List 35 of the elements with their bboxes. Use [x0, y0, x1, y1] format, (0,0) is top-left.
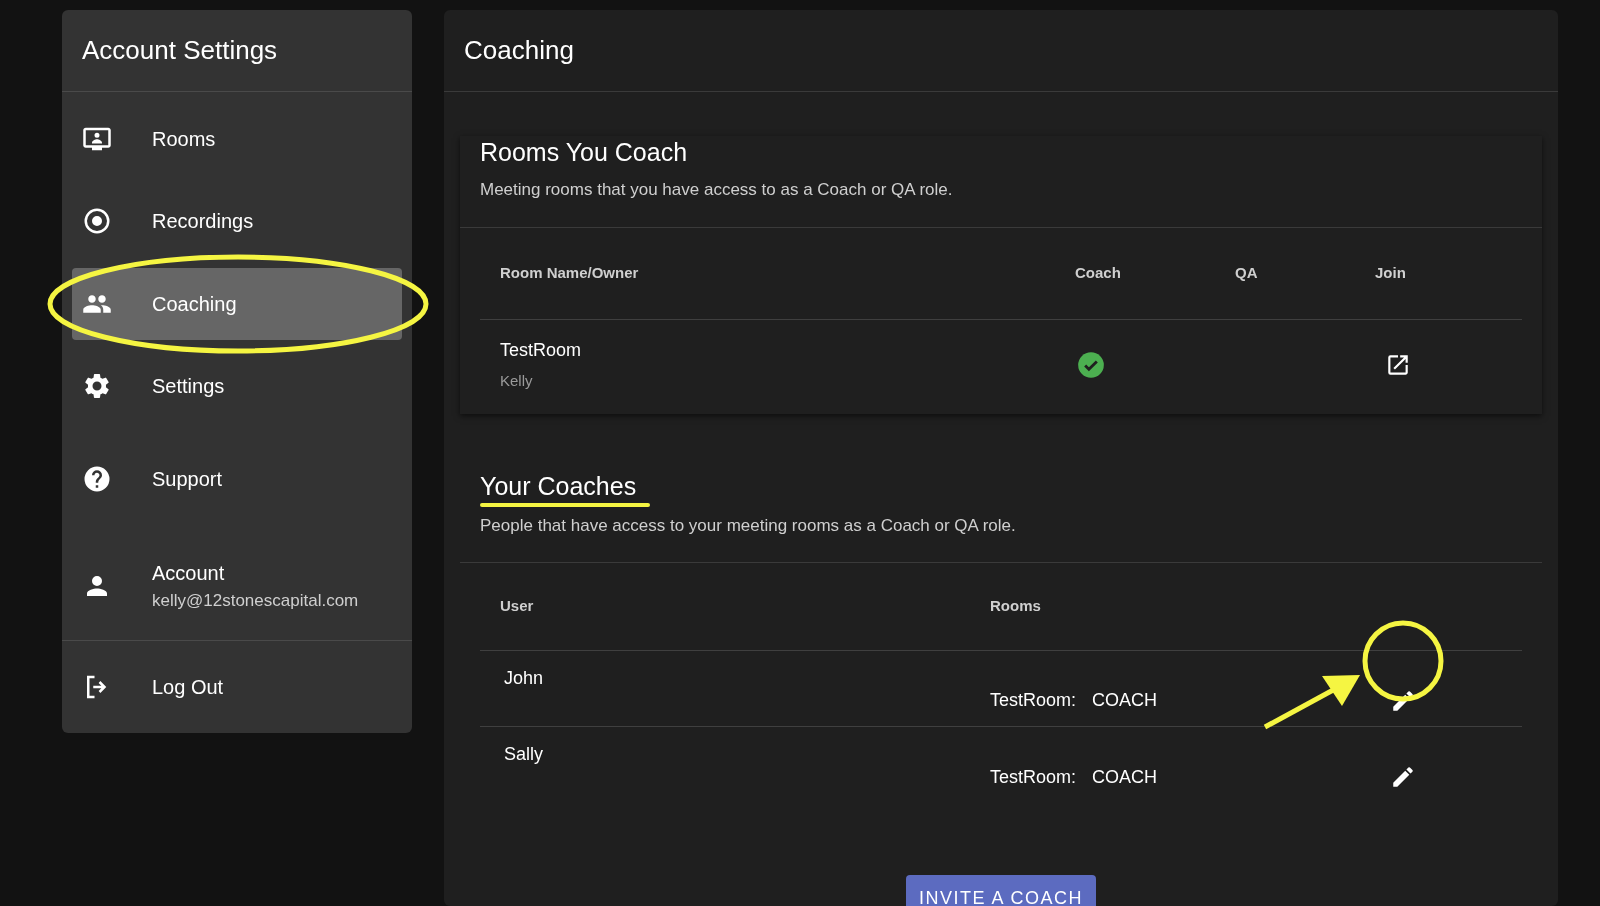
nav-item[interactable]: Support: [72, 443, 402, 515]
column-header: Room Name/Owner: [500, 262, 640, 283]
nav-item[interactable]: Recordings: [72, 185, 402, 257]
room-name: TestRoom:: [990, 765, 1077, 789]
column-header: QA: [1235, 262, 1259, 283]
invite-coach-button[interactable]: INVITE A COACH: [905, 875, 1096, 906]
sidebar-title: Account Settings: [82, 34, 278, 67]
column-header: Coach: [1075, 262, 1122, 283]
user-name: Sally: [504, 743, 544, 766]
room-name: TestRoom: [500, 338, 583, 362]
column-header: User: [500, 596, 535, 617]
nav-item[interactable]: Account kelly@12stonescapital.com: [72, 550, 402, 622]
user-name: John: [504, 667, 545, 690]
nav-label: Rooms: [152, 127, 216, 152]
room-name: TestRoom:: [990, 689, 1077, 712]
nav-label: Settings: [152, 374, 225, 399]
nav-label: Coaching: [152, 292, 237, 317]
section-title: Your Coaches: [480, 470, 638, 502]
role-label: COACH: [1092, 765, 1158, 789]
nav-label: Support: [152, 467, 223, 492]
column-header: Rooms: [990, 596, 1042, 617]
page-title: Coaching: [464, 34, 574, 67]
column-header: Join: [1375, 262, 1407, 283]
section-description: Meeting rooms that you have access to as a Coach or QA role.: [480, 179, 954, 201]
nav-item[interactable]: Coaching: [72, 268, 402, 340]
nav-label: Recordings: [152, 209, 254, 234]
nav-item[interactable]: Settings: [72, 350, 402, 422]
logout-button[interactable]: Log Out: [72, 651, 402, 723]
room-owner: Kelly: [500, 370, 534, 391]
section-title: Rooms You Coach: [480, 137, 689, 168]
account-email: kelly@12stonescapital.com: [152, 590, 359, 613]
nav-item[interactable]: Rooms: [72, 103, 402, 175]
nav-label: Account: [152, 561, 226, 587]
section-description: People that have access to your meeting rooms as a Coach or QA role.: [480, 514, 1017, 537]
role-label: COACH: [1092, 689, 1158, 712]
